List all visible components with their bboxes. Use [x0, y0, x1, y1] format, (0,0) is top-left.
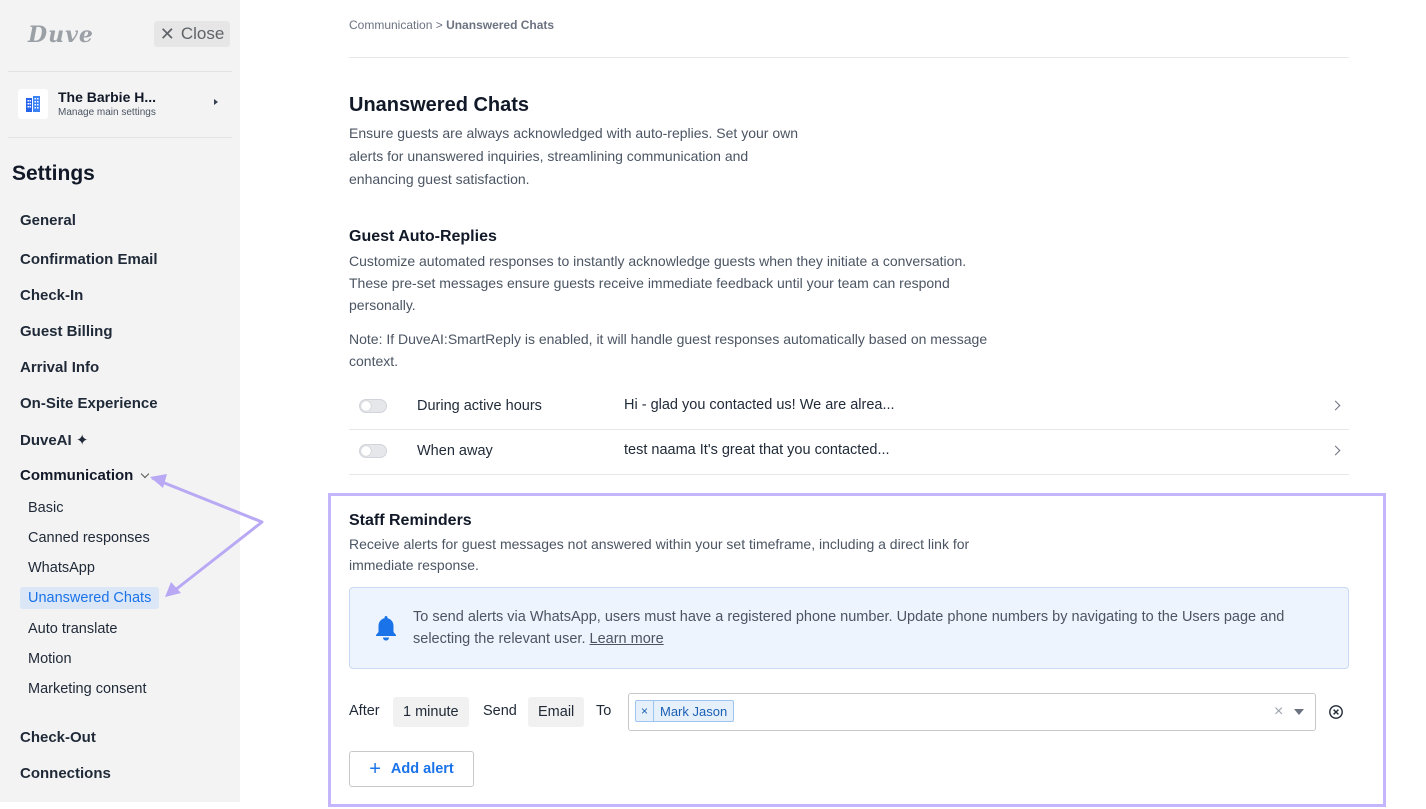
- sidebar-item-check-out[interactable]: Check-Out: [20, 729, 96, 746]
- sidebar-subitem-canned-responses[interactable]: Canned responses: [28, 530, 150, 546]
- sidebar-item-communication[interactable]: Communication: [20, 467, 150, 484]
- description-line: enhancing guest satisfaction.: [349, 171, 530, 187]
- when-away-toggle[interactable]: [359, 444, 387, 458]
- staff-reminders-description: Receive alerts for guest messages not an…: [349, 534, 969, 576]
- info-text: To send alerts via WhatsApp, users must …: [413, 606, 1323, 650]
- settings-title: Settings: [12, 162, 95, 185]
- breadcrumb-parent[interactable]: Communication: [349, 18, 432, 32]
- description-line: immediate response.: [349, 557, 479, 573]
- chevron-right-icon[interactable]: [1330, 445, 1341, 456]
- dropdown-caret-icon[interactable]: [1294, 709, 1304, 715]
- property-name: The Barbie H...: [58, 89, 157, 105]
- note-line: Note: If DuveAI:SmartReply is enabled, i…: [349, 331, 988, 347]
- sidebar-item-connections[interactable]: Connections: [20, 765, 111, 782]
- recipients-select[interactable]: × Mark Jason ×: [628, 693, 1316, 731]
- add-alert-label: Add alert: [390, 761, 454, 777]
- auto-reply-row-active-hours[interactable]: During active hours Hi - glad you contac…: [349, 385, 1349, 430]
- page-title: Unanswered Chats: [349, 94, 530, 116]
- chevron-right-icon[interactable]: [1330, 400, 1341, 411]
- recipient-tag: × Mark Jason: [635, 700, 735, 722]
- property-subtitle: Manage main settings: [58, 107, 156, 118]
- sidebar-item-check-in[interactable]: Check-In: [20, 287, 83, 304]
- close-icon: ✕: [159, 24, 175, 44]
- chevron-down-icon: [141, 469, 150, 479]
- whatsapp-info-box: To send alerts via WhatsApp, users must …: [349, 587, 1349, 669]
- sidebar-item-guest-billing[interactable]: Guest Billing: [20, 323, 113, 340]
- info-line-2: selecting the relevant user. Learn more: [413, 628, 1323, 650]
- sidebar-item-arrival-info[interactable]: Arrival Info: [20, 359, 99, 376]
- send-label: Send: [483, 703, 517, 719]
- staff-reminders-title: Staff Reminders: [349, 512, 472, 529]
- toggle-knob: [361, 446, 371, 456]
- clear-icon[interactable]: ×: [1274, 703, 1283, 721]
- after-label: After: [349, 703, 380, 719]
- auto-reply-label: When away: [417, 443, 493, 459]
- sidebar-item-on-site-experience[interactable]: On-Site Experience: [20, 395, 158, 412]
- description-line: Ensure guests are always acknowledged wi…: [349, 125, 799, 141]
- remove-tag-icon[interactable]: ×: [636, 701, 654, 721]
- info-line: To send alerts via WhatsApp, users must …: [413, 609, 1285, 625]
- auto-replies-description: Customize automated responses to instant…: [349, 250, 966, 316]
- to-label: To: [596, 703, 612, 719]
- sidebar-subitem-auto-translate[interactable]: Auto translate: [28, 621, 117, 637]
- alert-rule-row: After 1 minute Send Email To × Mark Jaso…: [349, 693, 1349, 731]
- recipient-name: Mark Jason: [660, 703, 728, 719]
- breadcrumb: Communication > Unanswered Chats: [349, 18, 554, 32]
- remove-alert-icon[interactable]: [1328, 704, 1344, 720]
- page-description: Ensure guests are always acknowledged wi…: [349, 122, 798, 191]
- sidebar-item-duveai[interactable]: DuveAI ✦: [20, 431, 88, 449]
- sidebar-subitem-unanswered-chats[interactable]: Unanswered Chats: [20, 587, 160, 609]
- building-icon: [18, 89, 48, 119]
- divider: [8, 137, 232, 138]
- active-hours-toggle[interactable]: [359, 399, 387, 413]
- property-selector[interactable]: The Barbie H... Manage main settings: [18, 88, 228, 120]
- auto-reply-message: test naama It's great that you contacted…: [624, 442, 890, 458]
- auto-reply-message: Hi - glad you contacted us! We are alrea…: [624, 397, 895, 413]
- bell-icon: [376, 616, 396, 641]
- close-button[interactable]: ✕ Close: [154, 21, 230, 47]
- auto-replies-title: Guest Auto-Replies: [349, 228, 497, 245]
- sidebar-subitem-marketing-consent[interactable]: Marketing consent: [28, 681, 146, 697]
- sidebar: Duve ✕ Close The Barbie H... Manage main…: [0, 0, 240, 802]
- caret-right-icon: [214, 99, 218, 105]
- description-line: Customize automated responses to instant…: [349, 253, 967, 269]
- sidebar-item-confirmation-email[interactable]: Confirmation Email: [20, 251, 158, 268]
- plus-icon: +: [369, 758, 381, 780]
- sidebar-item-label: Communication: [20, 467, 134, 484]
- sidebar-subitem-whatsapp[interactable]: WhatsApp: [28, 560, 95, 576]
- info-line: selecting the relevant user.: [413, 631, 586, 647]
- divider: [349, 57, 1349, 58]
- toggle-knob: [361, 401, 371, 411]
- auto-reply-label: During active hours: [417, 398, 542, 414]
- description-line: personally.: [349, 297, 416, 313]
- description-line: alerts for unanswered inquiries, streaml…: [349, 148, 749, 164]
- duve-logo[interactable]: Duve: [28, 22, 94, 48]
- sidebar-subitem-basic[interactable]: Basic: [28, 500, 63, 516]
- description-line: Receive alerts for guest messages not an…: [349, 536, 970, 552]
- description-line: These pre-set messages ensure guests rec…: [349, 275, 950, 291]
- auto-replies-note: Note: If DuveAI:SmartReply is enabled, i…: [349, 328, 987, 372]
- breadcrumb-current: Unanswered Chats: [446, 18, 555, 32]
- divider: [8, 71, 232, 72]
- note-line: context.: [349, 353, 399, 369]
- auto-reply-row-when-away[interactable]: When away test naama It's great that you…: [349, 430, 1349, 475]
- close-label: Close: [180, 24, 225, 43]
- time-select[interactable]: 1 minute: [393, 697, 469, 727]
- sidebar-item-general[interactable]: General: [20, 212, 76, 229]
- breadcrumb-separator: >: [432, 18, 447, 32]
- sidebar-subitem-motion[interactable]: Motion: [28, 651, 72, 667]
- learn-more-link[interactable]: Learn more: [590, 631, 664, 647]
- add-alert-button[interactable]: + Add alert: [349, 751, 474, 787]
- channel-select[interactable]: Email: [528, 697, 585, 727]
